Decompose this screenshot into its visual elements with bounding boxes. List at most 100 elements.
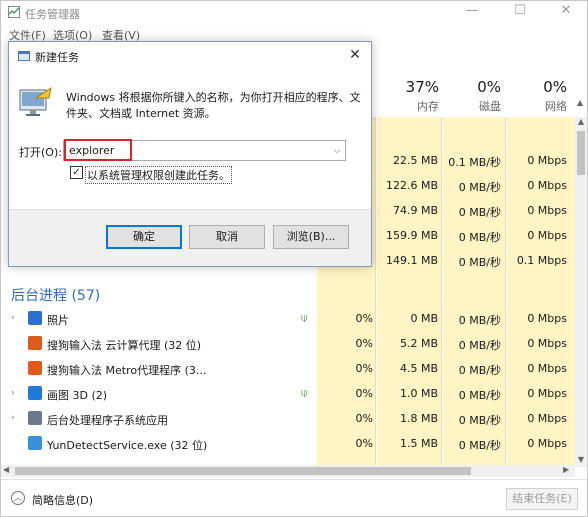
memory-value: 4.5 MB [399,362,438,375]
disk-value: 0 MB/秒 [458,206,501,219]
run-icon-small [18,51,30,61]
process-row[interactable]: › 画图 3D (2) ⍦ 0% 1.0 MB 0 MB/秒 0 Mbps [1,382,575,406]
memory-label: 内存 [417,100,439,113]
process-row[interactable]: YunDetectService.exe (32 位) 0% 1.5 MB 0 MB/… [1,432,575,456]
minimize-button[interactable]: — [449,1,495,23]
fewer-details-link[interactable]: 简略信息(D) [32,492,93,508]
disk-value: 0 MB/秒 [458,389,501,402]
printer-icon [28,411,42,425]
scroll-left-icon[interactable]: ◀ [3,465,9,474]
network-value: 0 Mbps [527,437,567,450]
efficiency-leaf-icon: ⍦ [301,386,308,399]
scroll-right-icon[interactable]: ▶ [563,465,569,474]
network-value: 0 Mbps [527,154,567,167]
scroll-up-icon[interactable]: ▲ [575,117,587,129]
memory-percent: 37% [405,78,439,96]
network-value: 0 Mbps [527,412,567,425]
photos-icon [28,311,42,325]
footer-bar: ︿ 简略信息(D) 结束任务(E) [1,479,587,516]
expand-chevron-icon[interactable]: › [11,388,15,398]
network-value: 0 Mbps [527,312,567,325]
end-task-button[interactable]: 结束任务(E) [506,488,578,510]
maximize-button[interactable]: ☐ [497,1,543,23]
network-percent: 0% [543,78,567,96]
admin-privileges-checkbox[interactable]: ✓ [70,166,83,179]
collapse-chevron-icon[interactable]: ︿ [11,491,25,505]
network-value: 0 Mbps [527,229,567,242]
cpu-value: 0% [355,412,373,425]
memory-value: 159.9 MB [385,229,438,242]
header-scroll-up-icon[interactable]: ▲ [577,98,587,110]
ok-button[interactable]: 确定 [106,225,182,249]
cpu-value: 0% [355,337,373,350]
process-name: 搜狗输入法 Metro代理程序 (3... [47,364,207,377]
process-name: 画图 3D (2) [47,389,108,402]
vertical-scrollbar[interactable]: ▲ ▼ [575,117,587,467]
cpu-value: 0% [355,362,373,375]
dialog-title: 新建任务 [35,51,79,64]
process-row[interactable]: › 后台处理程序子系统应用 0% 1.8 MB 0 MB/秒 0 Mbps [1,407,575,431]
cpu-value: 0% [355,387,373,400]
column-headers: 37% 内存 0% 磁盘 0% 网络 [373,77,587,115]
disk-value: 0.1 MB/秒 [448,156,501,169]
process-name: 后台处理程序子系统应用 [47,414,168,427]
disk-percent: 0% [477,78,501,96]
cpu-value: 0% [355,437,373,450]
vertical-scroll-thumb[interactable] [577,131,585,175]
disk-value: 0 MB/秒 [458,181,501,194]
memory-value: 1.0 MB [399,387,438,400]
disk-value: 0 MB/秒 [458,339,501,352]
run-new-task-dialog: 新建任务 ✕ Windows 将根据你所键入的名称，为你打开相应的程序、文件夹、… [8,41,372,267]
dropdown-chevron-icon[interactable]: ⌵ [330,143,344,159]
process-name: 搜狗输入法 云计算代理 (32 位) [47,339,202,352]
process-name: 照片 [47,314,69,327]
admin-privileges-label[interactable]: 以系统管理权限创建此任务。 [85,166,232,184]
efficiency-leaf-icon: ⍦ [301,311,308,324]
dialog-title-bar: 新建任务 ✕ [9,42,371,70]
disk-value: 0 MB/秒 [458,439,501,452]
memory-value: 149.1 MB [385,254,438,267]
memory-value: 5.2 MB [399,337,438,350]
process-row[interactable]: 搜狗输入法 Metro代理程序 (3... 0% 4.5 MB 0 MB/秒 0 Mbp… [1,357,575,381]
process-name: YunDetectService.exe (32 位) [47,439,208,452]
memory-value: 1.8 MB [399,412,438,425]
sogou-icon [28,336,42,350]
cpu-value: 0% [355,312,373,325]
dialog-close-button[interactable]: ✕ [345,46,365,66]
sogou-icon [28,361,42,375]
expand-chevron-icon[interactable]: › [11,413,15,423]
column-memory[interactable]: 37% 内存 [373,77,439,115]
close-button[interactable]: ✕ [543,1,588,23]
network-value: 0 Mbps [527,204,567,217]
disk-value: 0 MB/秒 [458,414,501,427]
cancel-button[interactable]: 取消 [189,225,265,249]
window-title: 任务管理器 [25,8,80,21]
process-row[interactable]: 搜狗输入法 云计算代理 (32 位) 0% 5.2 MB 0 MB/秒 0 Mbps [1,332,575,356]
dialog-button-bar: 确定 取消 浏览(B)... [9,209,371,266]
horizontal-scrollbar[interactable]: ◀ ▶ [1,465,575,477]
disk-value: 0 MB/秒 [458,231,501,244]
network-value: 0 Mbps [527,179,567,192]
disk-value: 0 MB/秒 [458,364,501,377]
dialog-description: Windows 将根据你所键入的名称，为你打开相应的程序、文件夹、文档或 Int… [66,91,361,120]
cloud-icon [28,436,42,450]
disk-label: 磁盘 [479,100,501,113]
column-network[interactable]: 0% 网络 [503,77,567,115]
memory-value: 74.9 MB [392,204,438,217]
background-processes-heading[interactable]: 后台进程 (57) [11,285,100,305]
task-manager-icon [8,6,20,18]
horizontal-scroll-thumb[interactable] [15,467,471,475]
process-row[interactable]: › 照片 ⍦ 0% 0 MB 0 MB/秒 0 Mbps [1,307,575,331]
network-value: 0 Mbps [527,387,567,400]
red-highlight-box [64,139,132,161]
memory-value: 1.5 MB [399,437,438,450]
column-disk[interactable]: 0% 磁盘 [441,77,501,115]
title-bar: 任务管理器 — ☐ ✕ [1,1,587,25]
browse-button[interactable]: 浏览(B)... [273,225,349,249]
open-label: 打开(O): [19,146,62,159]
expand-chevron-icon[interactable]: › [11,313,15,323]
network-value: 0.1 Mbps [516,254,567,267]
scroll-down-icon[interactable]: ▼ [575,455,587,467]
memory-value: 22.5 MB [392,154,438,167]
memory-value: 0 MB [410,312,438,325]
